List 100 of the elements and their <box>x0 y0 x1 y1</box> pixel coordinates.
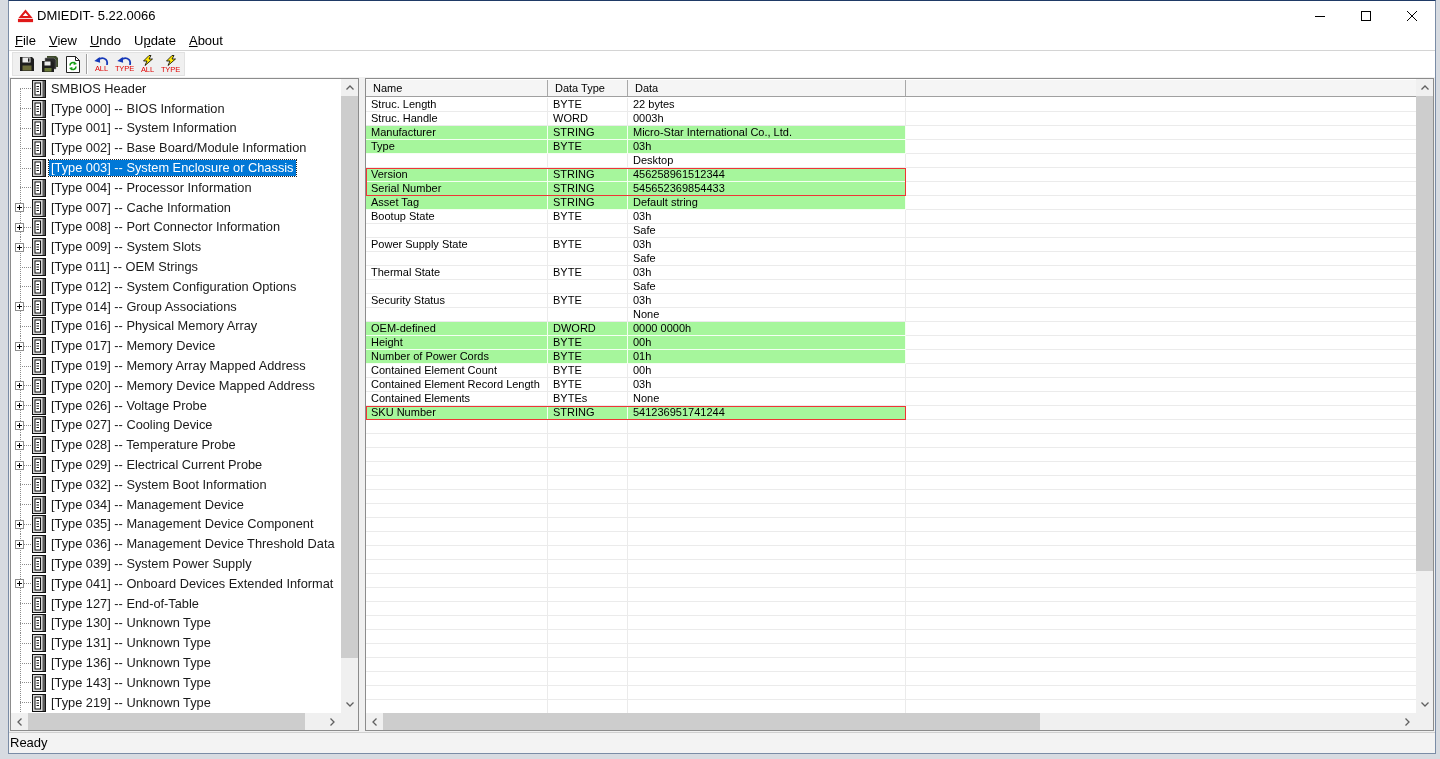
table-cell: Bootup State <box>366 210 548 223</box>
menu-item[interactable]: Update <box>128 31 182 50</box>
table-cell: Thermal State <box>366 266 548 279</box>
table-cell: Version <box>366 168 548 181</box>
expand-icon[interactable] <box>15 222 24 232</box>
tower-icon <box>32 654 46 672</box>
menu-item[interactable]: About <box>182 31 229 50</box>
expand-icon[interactable] <box>15 242 24 252</box>
tree-item[interactable]: [Type 034] -- Management Device <box>49 496 246 513</box>
tower-icon <box>32 297 46 316</box>
scroll-thumb[interactable] <box>383 713 1040 730</box>
expand-icon[interactable] <box>15 460 24 470</box>
tree-item[interactable]: [Type 004] -- Processor Information <box>49 179 254 196</box>
tower-icon <box>32 277 46 296</box>
table-cell: 541236951741244 <box>628 406 906 419</box>
table-cell: Number of Power Cords <box>366 350 548 363</box>
table-cell: 22 bytes <box>628 98 906 111</box>
table-cell: BYTE <box>548 140 628 153</box>
tree-item[interactable]: [Type 039] -- System Power Supply <box>49 556 254 572</box>
table-cell: Safe <box>628 252 906 265</box>
menu-item[interactable]: Undo <box>83 31 127 50</box>
tree-item[interactable]: [Type 027] -- Cooling Device <box>49 417 215 434</box>
tree-item[interactable]: [Type 002] -- Base Board/Module Information <box>49 140 309 157</box>
tree-item[interactable]: [Type 011] -- OEM Strings <box>49 259 200 276</box>
tower-icon <box>32 495 46 514</box>
table-cell: BYTE <box>548 350 628 363</box>
table-cell: Contained Element Record Length <box>366 378 548 391</box>
chevron-right-icon <box>1405 717 1410 726</box>
tree-item[interactable]: [Type 017] -- Memory Device <box>49 338 218 355</box>
table-cell: BYTE <box>548 238 628 251</box>
expand-icon[interactable] <box>15 341 24 351</box>
column-header[interactable]: Data Type <box>548 80 628 96</box>
tree-item[interactable]: [Type 009] -- System Slots <box>49 239 204 256</box>
tree-item[interactable]: [Type 143] -- Unknown Type <box>49 674 213 691</box>
tree-item[interactable]: [Type 007] -- Cache Information <box>49 199 233 216</box>
undo-icon <box>117 55 132 65</box>
tree-item[interactable]: [Type 131] -- Unknown Type <box>49 635 213 652</box>
column-header[interactable]: Name <box>366 80 548 96</box>
expand-icon[interactable] <box>15 519 24 529</box>
expand-icon[interactable] <box>15 302 24 312</box>
expand-icon[interactable] <box>15 381 24 391</box>
menu-item[interactable]: View <box>42 31 83 50</box>
tree-item[interactable]: [Type 032] -- System Boot Information <box>49 476 269 493</box>
tree-item[interactable]: [Type 001] -- System Information <box>49 120 239 137</box>
tree-item[interactable]: [Type 029] -- Electrical Current Probe <box>49 457 265 474</box>
tree-item[interactable]: [Type 000] -- BIOS Information <box>49 100 227 117</box>
chevron-down-icon <box>345 702 354 707</box>
table-cell: 03h <box>628 266 906 279</box>
table-cell: Contained Elements <box>366 392 548 405</box>
column-header[interactable]: Data <box>628 80 906 96</box>
table-cell: Power Supply State <box>366 238 548 251</box>
table-cell: BYTE <box>548 336 628 349</box>
tower-icon <box>32 535 46 554</box>
tree-item[interactable]: [Type 019] -- Memory Array Mapped Address <box>49 358 308 375</box>
table-cell: SKU Number <box>366 406 548 419</box>
expand-icon[interactable] <box>15 579 24 589</box>
table-cell: Safe <box>628 224 906 237</box>
tower-icon <box>32 416 46 435</box>
table-cell: STRING <box>548 196 628 209</box>
tower-icon <box>32 99 46 118</box>
expand-icon[interactable] <box>15 203 24 213</box>
tree-item[interactable]: [Type 012] -- System Configuration Options <box>49 278 299 295</box>
tree-item[interactable]: [Type 127] -- End-of-Table <box>49 595 201 612</box>
expand-icon[interactable] <box>15 539 24 549</box>
tower-icon <box>32 475 46 494</box>
table-cell: 01h <box>628 350 906 363</box>
tree-item[interactable]: [Type 136] -- Unknown Type <box>49 655 213 671</box>
tree-item[interactable]: [Type 036] -- Management Device Threshold Data <box>49 536 337 553</box>
tree-item[interactable]: SMBIOS Header <box>49 80 149 97</box>
table-cell: 00h <box>628 336 906 349</box>
expand-icon[interactable] <box>15 420 24 430</box>
table-cell: BYTE <box>548 266 628 279</box>
tower-icon <box>32 515 46 534</box>
tree-item[interactable]: [Type 014] -- Group Associations <box>49 298 239 315</box>
close-icon <box>1407 11 1417 21</box>
tree-item[interactable]: [Type 020] -- Memory Device Mapped Address <box>49 377 317 394</box>
table-cell: 0000 0000h <box>628 322 906 335</box>
tree-item[interactable]: [Type 028] -- Temperature Probe <box>49 437 238 454</box>
expand-icon[interactable] <box>15 401 24 411</box>
tower-icon <box>32 614 46 633</box>
tree-item[interactable]: [Type 016] -- Physical Memory Array <box>49 318 260 335</box>
table-cell: Type <box>366 140 548 153</box>
tree-item[interactable]: [Type 219] -- Unknown Type <box>49 694 213 711</box>
tree-item[interactable]: [Type 026] -- Voltage Probe <box>49 397 209 414</box>
menu-item[interactable]: File <box>9 31 42 50</box>
scroll-thumb[interactable] <box>28 713 305 730</box>
tree-item[interactable]: [Type 003] -- System Enclosure or Chassis <box>49 160 296 177</box>
tree-item[interactable]: [Type 041] -- Onboard Devices Extended Informat <box>49 575 336 592</box>
expand-icon[interactable] <box>15 440 24 450</box>
tower-icon <box>32 258 46 277</box>
lightning-icon <box>164 54 177 66</box>
table-cell: BYTE <box>548 98 628 111</box>
chevron-left-icon <box>372 717 377 726</box>
scroll-thumb[interactable] <box>1416 96 1433 571</box>
table-cell: STRING <box>548 168 628 181</box>
tree-item[interactable]: [Type 035] -- Management Device Component <box>49 516 316 533</box>
tree-item[interactable]: [Type 130] -- Unknown Type <box>49 615 213 632</box>
tower-icon <box>32 159 46 178</box>
tree-item[interactable]: [Type 008] -- Port Connector Information <box>49 219 283 236</box>
lightning-icon <box>141 54 154 66</box>
